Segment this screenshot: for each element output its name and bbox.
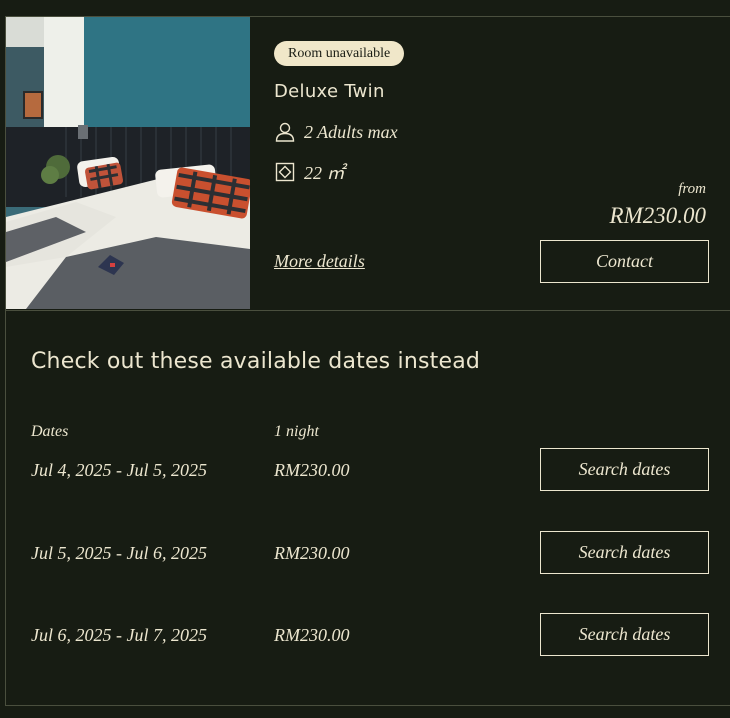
date-option-row: Jul 5, 2025 - Jul 6, 2025 RM230.00 Searc… [6, 531, 730, 593]
price-from-label: from [678, 181, 706, 197]
date-price: RM230.00 [274, 625, 350, 645]
date-range: Jul 4, 2025 - Jul 5, 2025 [31, 460, 207, 480]
date-option-row: Jul 6, 2025 - Jul 7, 2025 RM230.00 Searc… [6, 613, 730, 675]
search-dates-button[interactable]: Search dates [540, 448, 709, 491]
alternatives-heading: Check out these available dates instead [31, 349, 481, 374]
contact-button[interactable]: Contact [540, 240, 709, 283]
room-size-icon [274, 161, 296, 183]
date-range: Jul 5, 2025 - Jul 6, 2025 [31, 543, 207, 563]
column-header-dates: Dates [31, 423, 69, 440]
date-price: RM230.00 [274, 460, 350, 480]
room-summary: Room unavailable Deluxe Twin 2 Adults ma… [6, 17, 730, 311]
search-dates-button[interactable]: Search dates [540, 613, 709, 656]
more-details-link[interactable]: More details [274, 251, 365, 272]
status-badge: Room unavailable [274, 41, 405, 66]
size-text: 22 ㎡ [304, 163, 345, 183]
date-price: RM230.00 [274, 543, 350, 563]
date-range: Jul 6, 2025 - Jul 7, 2025 [31, 625, 207, 645]
room-name: Deluxe Twin [274, 81, 385, 102]
date-option-row: Jul 4, 2025 - Jul 5, 2025 RM230.00 Searc… [6, 448, 730, 510]
occupancy-text: 2 Adults max [304, 121, 398, 142]
search-dates-button[interactable]: Search dates [540, 531, 709, 574]
room-card: Room unavailable Deluxe Twin 2 Adults ma… [5, 16, 730, 706]
person-icon [274, 121, 296, 143]
size-feature: 22 ㎡ [274, 159, 345, 185]
room-price: RM230.00 [609, 203, 706, 228]
column-header-nights: 1 night [274, 423, 319, 440]
occupancy-feature: 2 Adults max [274, 121, 398, 143]
room-photo[interactable] [6, 17, 250, 309]
